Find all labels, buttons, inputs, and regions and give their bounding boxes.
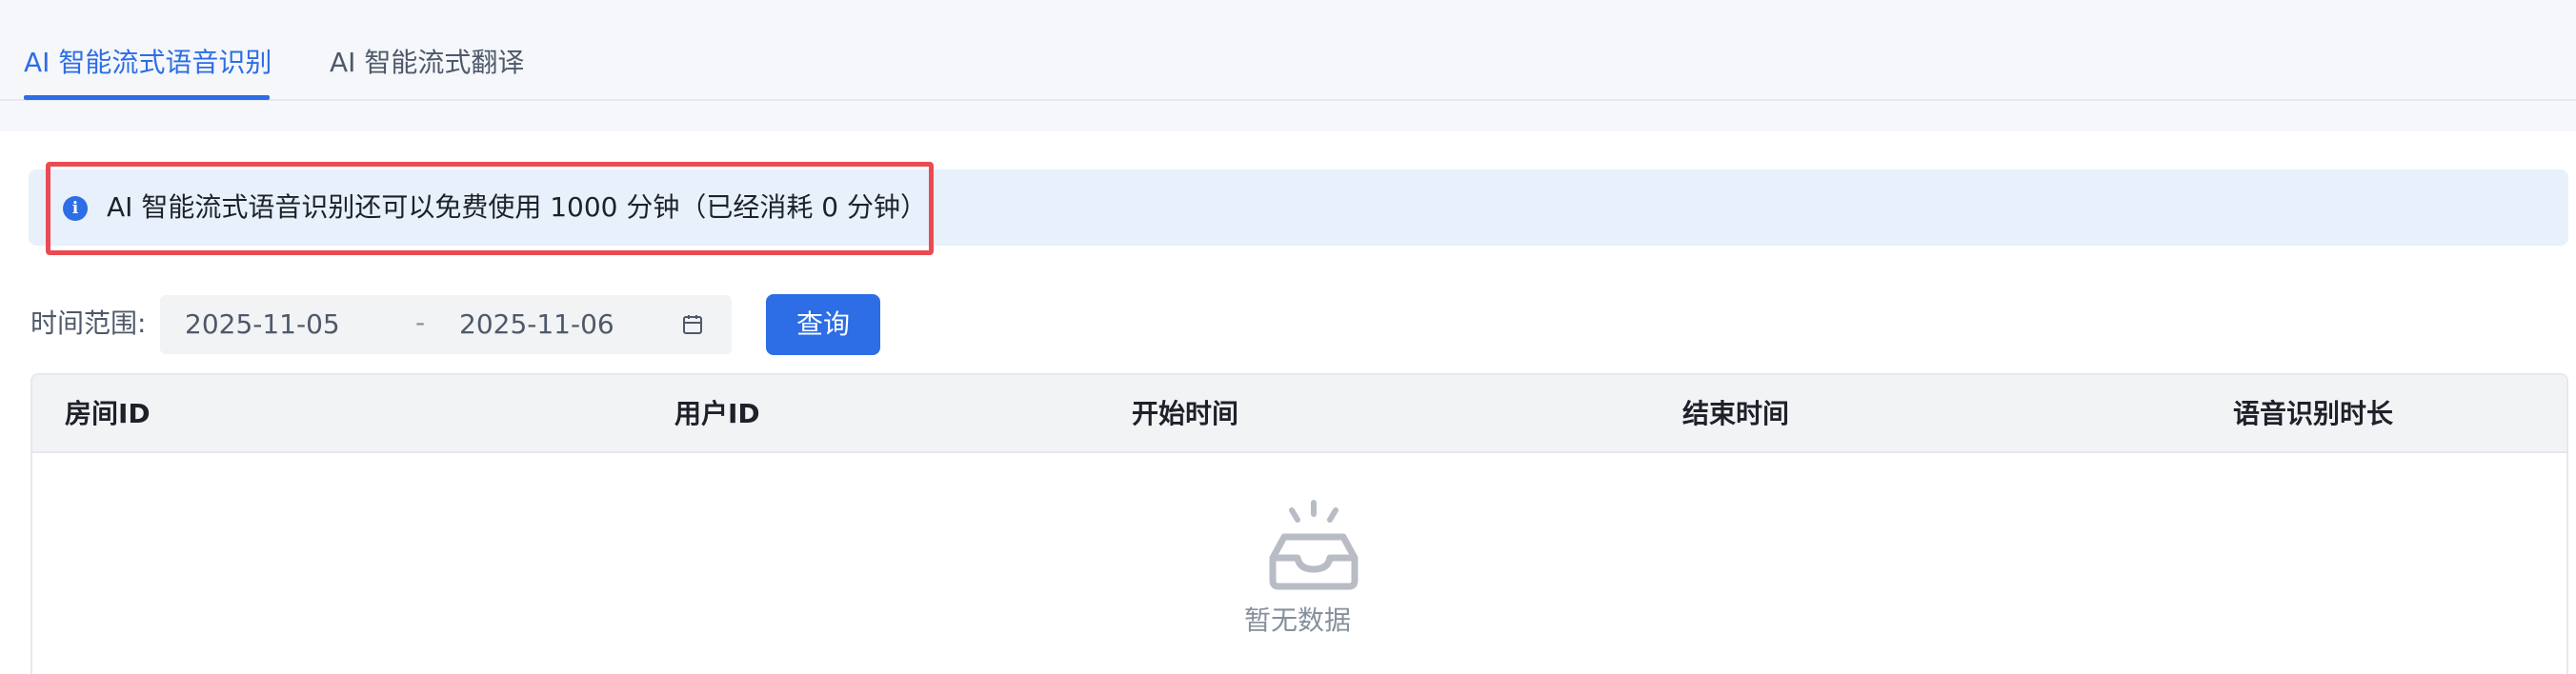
start-date-input[interactable]: 2025-11-05 — [185, 308, 340, 341]
tab-streaming-translation[interactable]: AI 智能流式翻译 — [330, 46, 524, 80]
active-tab-indicator — [24, 95, 270, 100]
column-header-duration: 语音识别时长 — [2233, 398, 2394, 429]
time-range-label: 时间范围: — [30, 307, 147, 339]
tab-speech-recognition[interactable]: AI 智能流式语音识别 — [24, 46, 272, 80]
date-separator: - — [415, 307, 426, 338]
tab-bar: AI 智能流式语音识别 AI 智能流式翻译 — [0, 0, 2576, 101]
column-header-end-time: 结束时间 — [1682, 398, 1790, 429]
end-date-input[interactable]: 2025-11-06 — [459, 308, 614, 341]
usage-table: 房间ID 用户ID 开始时间 结束时间 语音识别时长 暂无数据 — [30, 373, 2568, 674]
column-header-user-id: 用户ID — [674, 398, 760, 429]
date-range-picker[interactable]: 2025-11-05 - 2025-11-06 — [160, 295, 732, 354]
column-header-start-time: 开始时间 — [1132, 398, 1239, 429]
query-button[interactable]: 查询 — [766, 294, 880, 355]
table-header: 房间ID 用户ID 开始时间 结束时间 语音识别时长 — [32, 375, 2566, 453]
calendar-icon[interactable] — [682, 314, 703, 335]
empty-inbox-icon — [1269, 500, 1358, 590]
column-header-room-id: 房间ID — [65, 398, 151, 429]
highlight-annotation-box — [46, 162, 934, 255]
empty-state-text: 暂无数据 — [1244, 605, 1352, 636]
